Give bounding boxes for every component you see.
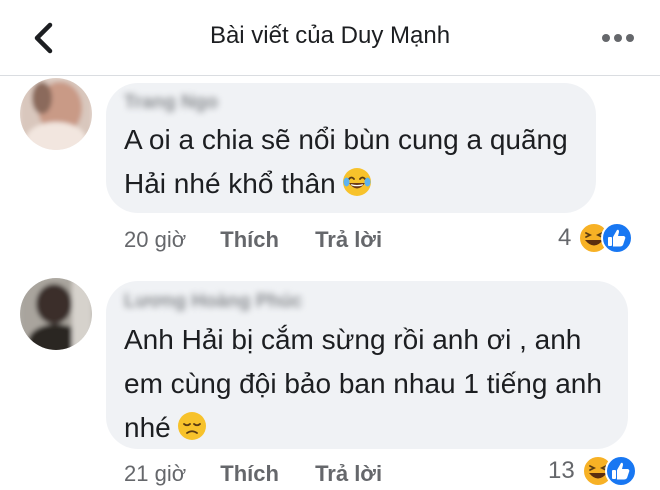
like-button[interactable]: Thích bbox=[220, 227, 279, 253]
comment-author[interactable]: Lương Hoàng Phúc bbox=[124, 291, 302, 313]
joy-emoji bbox=[342, 168, 371, 196]
reaction-summary[interactable]: 13 bbox=[548, 454, 639, 488]
avatar[interactable] bbox=[20, 278, 92, 350]
comment-meta: 21 giờ Thích Trả lời bbox=[124, 461, 382, 487]
reaction-count: 4 bbox=[558, 224, 572, 251]
reaction-summary[interactable]: 4 bbox=[558, 221, 635, 255]
comment-meta: 20 giờ Thích Trả lời bbox=[124, 227, 382, 253]
comment-text: Anh Hải bị cắm sừng rồi anh ơi , anh em … bbox=[124, 324, 602, 443]
like-reaction-icon bbox=[601, 222, 634, 254]
reply-button[interactable]: Trả lời bbox=[315, 461, 382, 487]
more-horizontal-icon[interactable] bbox=[598, 24, 638, 52]
like-button[interactable]: Thích bbox=[220, 461, 279, 487]
reaction-icons bbox=[581, 455, 637, 487]
disappointed-emoji bbox=[177, 412, 206, 440]
avatar[interactable] bbox=[20, 78, 92, 150]
comment-text: A oi a chia sẽ nổi bùn cung a quãng Hải … bbox=[124, 124, 568, 199]
top-bar: Bài viết của Duy Mạnh bbox=[0, 0, 660, 76]
reaction-count: 13 bbox=[548, 457, 575, 484]
reaction-icons bbox=[578, 222, 634, 254]
comment-time: 20 giờ bbox=[124, 227, 187, 252]
comment-author[interactable]: Trang Ngo bbox=[124, 92, 218, 114]
reply-button[interactable]: Trả lời bbox=[315, 227, 382, 253]
page-title: Bài viết của Duy Mạnh bbox=[209, 22, 451, 49]
like-reaction-icon bbox=[604, 455, 637, 487]
comment-time: 21 giờ bbox=[124, 461, 187, 486]
